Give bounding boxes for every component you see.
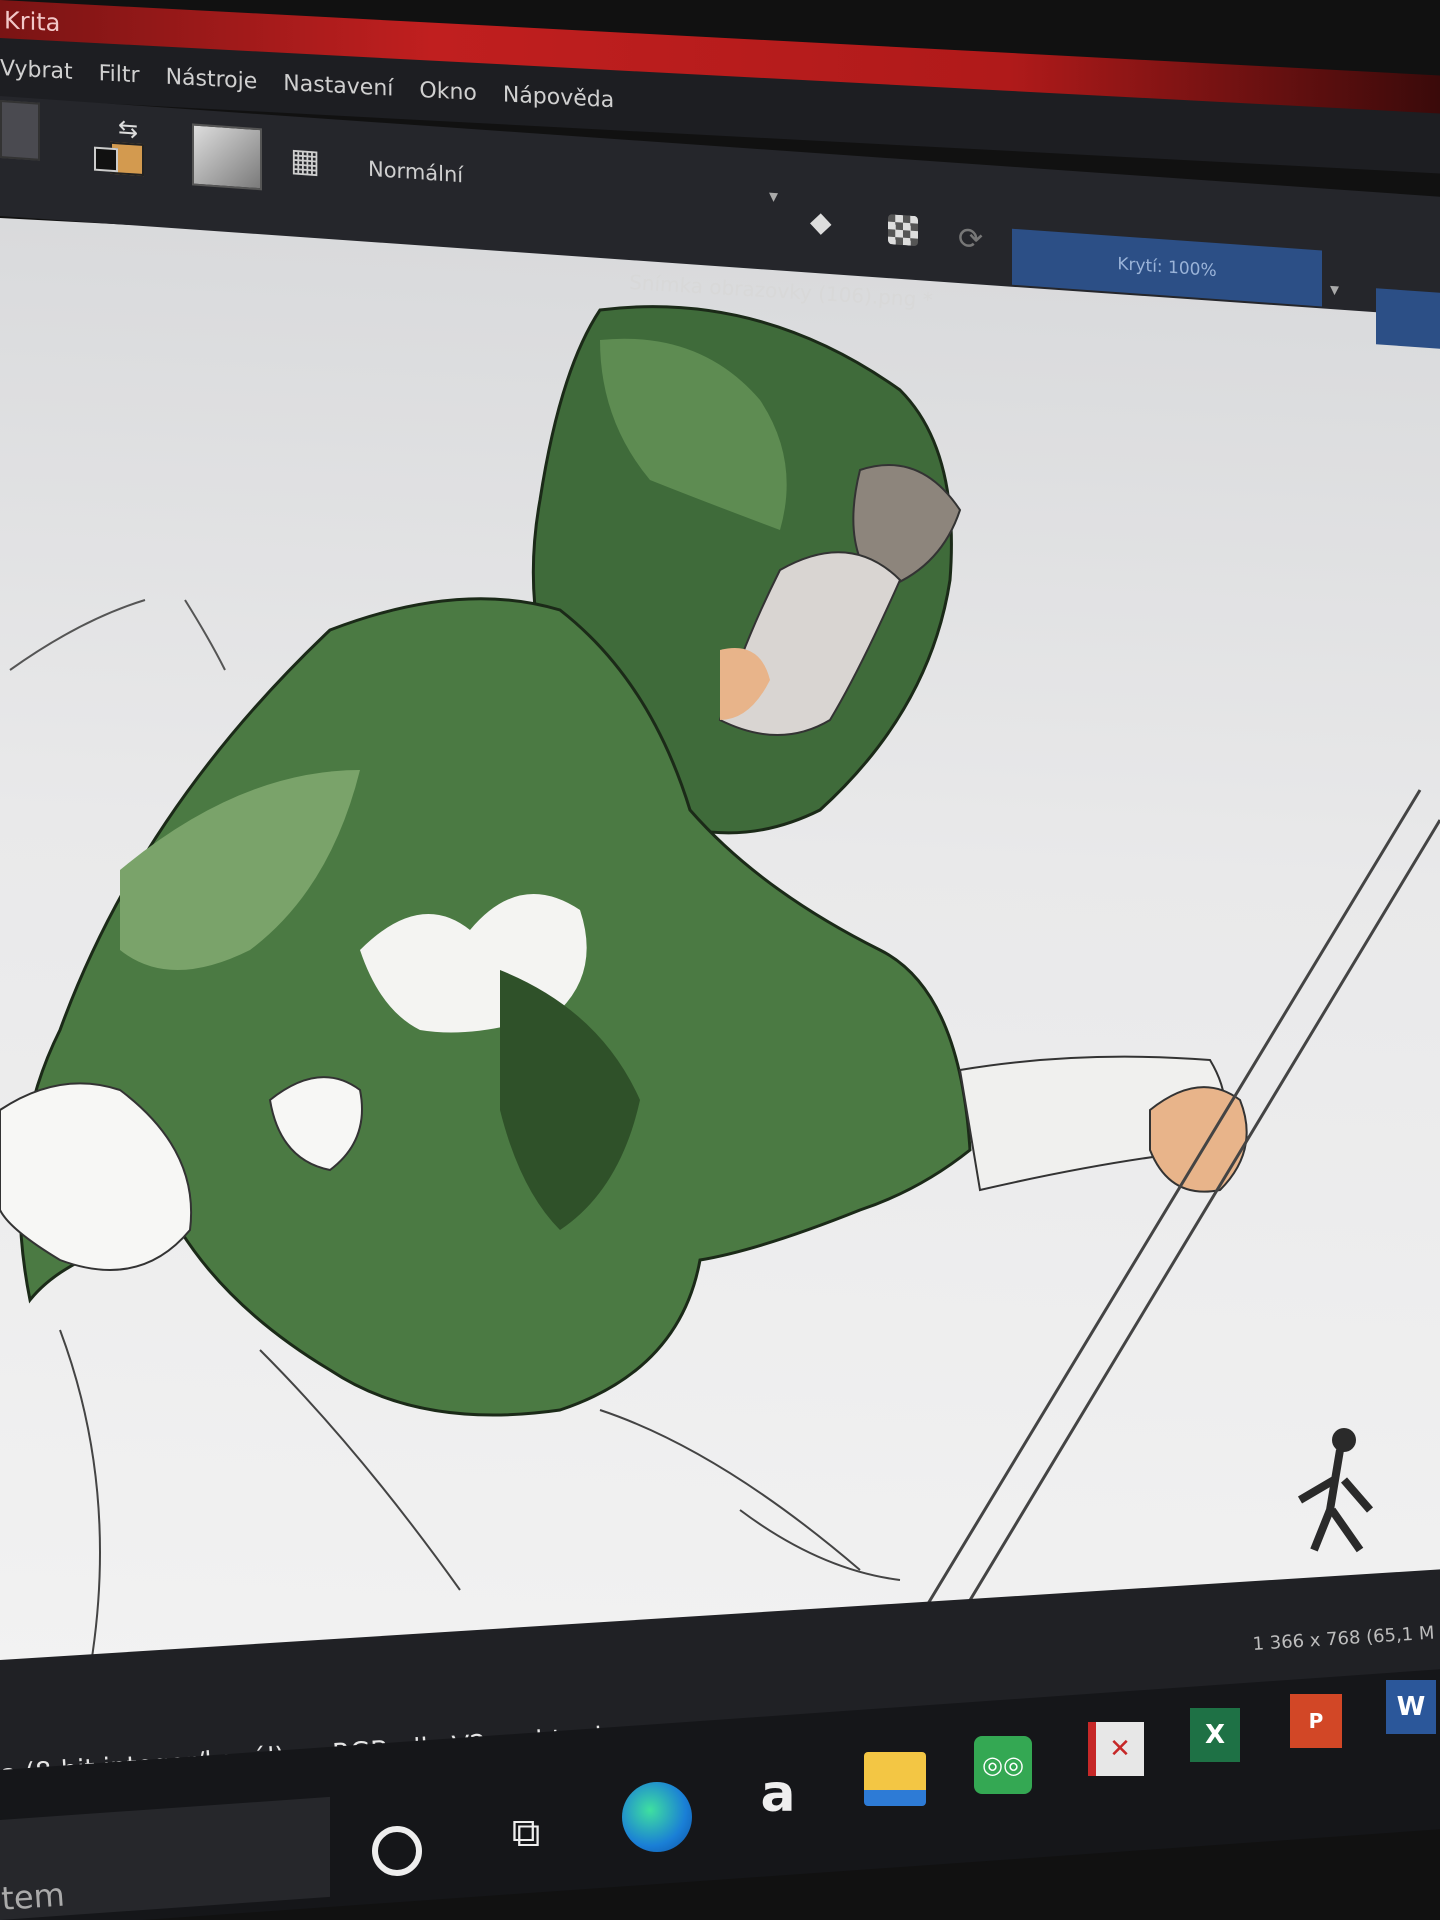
opacity-dropdown-icon[interactable]: ▾: [1330, 279, 1339, 301]
swap-colors-icon[interactable]: ⇆: [118, 114, 138, 143]
menu-nastroje[interactable]: Nástroje: [166, 64, 258, 94]
menu-nastaveni[interactable]: Nastavení: [283, 70, 393, 101]
eraser-mode-icon[interactable]: ◆: [810, 205, 832, 240]
excel-icon[interactable]: X: [1190, 1708, 1240, 1762]
screen: Krita Vybrat Filtr Nástroje Nastavení Ok…: [0, 0, 1440, 1920]
color-selector[interactable]: ⇆: [86, 112, 154, 177]
acrobat-icon[interactable]: ✕: [1088, 1722, 1144, 1776]
menu-napoveda[interactable]: Nápověda: [503, 82, 614, 113]
artwork-illustration[interactable]: [0, 250, 1440, 1750]
preserve-alpha-icon[interactable]: [888, 214, 918, 247]
file-explorer-icon[interactable]: [864, 1752, 926, 1806]
brush-preset-button[interactable]: [192, 123, 262, 191]
word-icon[interactable]: W: [1386, 1680, 1436, 1734]
blend-mode-value: Normální: [368, 156, 464, 188]
chevron-down-icon: ▾: [768, 185, 778, 208]
task-view-icon[interactable]: ⧉: [502, 1808, 550, 1858]
size-slider[interactable]: [1376, 288, 1440, 350]
foreground-color-swatch[interactable]: [94, 146, 118, 173]
reload-preset-icon[interactable]: ⟳: [958, 221, 983, 258]
taskbar-search-text: tem: [0, 1875, 66, 1918]
edge-icon[interactable]: [622, 1782, 692, 1852]
tripadvisor-icon[interactable]: ◎◎: [974, 1736, 1032, 1794]
amazon-icon[interactable]: a: [748, 1762, 808, 1826]
menu-vybrat[interactable]: Vybrat: [0, 56, 73, 85]
brush-editor-grid-icon[interactable]: ▦: [290, 140, 330, 183]
menu-okno[interactable]: Okno: [419, 77, 476, 105]
blend-mode-select[interactable]: Normální ▾: [368, 148, 778, 219]
powerpoint-icon[interactable]: P: [1290, 1694, 1342, 1748]
opacity-label: Krytí: 100%: [1117, 254, 1217, 282]
menu-filtr[interactable]: Filtr: [99, 61, 140, 88]
app-title: Krita: [4, 6, 61, 38]
current-color-swatch[interactable]: [0, 100, 40, 161]
cortana-icon[interactable]: [372, 1826, 422, 1876]
